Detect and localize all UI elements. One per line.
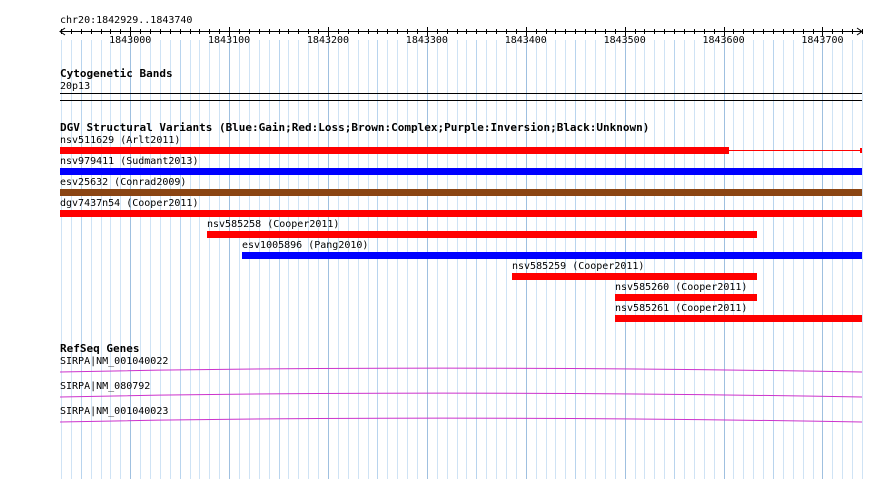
refseq-gene-label[interactable]: SIRPA|NM_001040022 <box>60 356 168 368</box>
refseq-gene-line <box>59 367 863 373</box>
refseq-gene-line <box>59 392 863 398</box>
refseq-gene-label[interactable]: SIRPA|NM_001040023 <box>60 406 168 418</box>
refseq-gene-label[interactable]: SIRPA|NM_080792 <box>60 381 150 393</box>
refseq-gene-line <box>59 417 863 423</box>
